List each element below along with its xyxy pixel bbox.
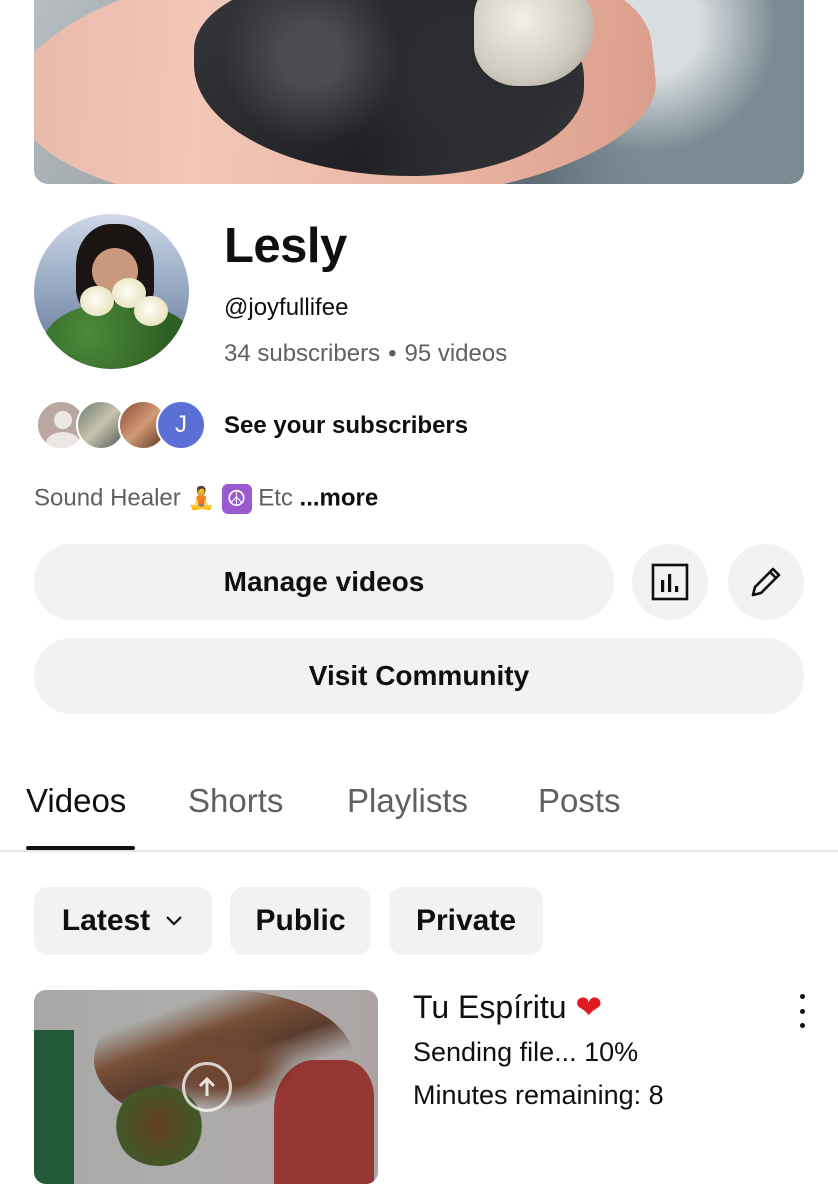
sort-latest-chip[interactable]: Latest: [34, 887, 212, 955]
subscriber-avatars[interactable]: J: [36, 400, 206, 454]
chevron-down-icon: [166, 916, 182, 926]
pencil-icon: [751, 567, 781, 597]
filter-public-chip[interactable]: Public: [230, 887, 371, 955]
analytics-icon: [651, 563, 689, 601]
upload-icon: [182, 1062, 232, 1112]
video-title-text: Tu Espíritu: [413, 989, 567, 1025]
tabs-divider: [0, 850, 838, 852]
tab-videos[interactable]: Videos: [26, 782, 126, 820]
peace-emoji-icon: ☮: [221, 484, 252, 514]
tab-playlists[interactable]: Playlists: [347, 782, 468, 820]
see-subscribers-link[interactable]: See your subscribers: [224, 412, 468, 440]
tab-shorts[interactable]: Shorts: [188, 782, 283, 820]
channel-bio[interactable]: Sound Healer 🧘 ☮ Etc ...more: [34, 484, 378, 514]
sort-latest-label: Latest: [61, 904, 151, 937]
channel-banner: [34, 0, 804, 184]
meditation-emoji-icon: 🧘: [187, 486, 215, 512]
filter-private-chip[interactable]: Private: [389, 887, 543, 955]
stats-separator: •: [388, 340, 397, 367]
tab-posts[interactable]: Posts: [538, 782, 621, 820]
heart-icon: ❤: [575, 988, 603, 1026]
video-count: 95 videos: [404, 340, 508, 367]
manage-videos-button[interactable]: Manage videos: [34, 544, 614, 620]
analytics-button[interactable]: [632, 544, 708, 620]
subscriber-avatar-initial: J: [156, 400, 206, 450]
bio-etc: Etc: [258, 484, 293, 512]
channel-stats: 34 subscribers • 95 videos: [224, 340, 507, 368]
subscriber-count: 34 subscribers: [224, 340, 381, 367]
channel-tabs: Videos Shorts Playlists Posts: [0, 760, 838, 852]
bio-more-link[interactable]: ...more: [300, 484, 379, 511]
channel-handle: @joyfullifee: [224, 294, 349, 321]
upload-status: Sending file... 10%: [413, 1037, 639, 1067]
video-thumbnail[interactable]: [34, 990, 378, 1184]
video-title[interactable]: Tu Espíritu ❤: [413, 988, 602, 1026]
upload-time-remaining: Minutes remaining: 8: [413, 1080, 664, 1110]
visit-community-button[interactable]: Visit Community: [34, 638, 804, 714]
more-options-icon[interactable]: [790, 994, 814, 1028]
bio-text: Sound Healer: [34, 484, 181, 512]
edit-channel-button[interactable]: [728, 544, 804, 620]
channel-name: Lesly: [224, 219, 347, 273]
channel-avatar[interactable]: [34, 214, 189, 369]
